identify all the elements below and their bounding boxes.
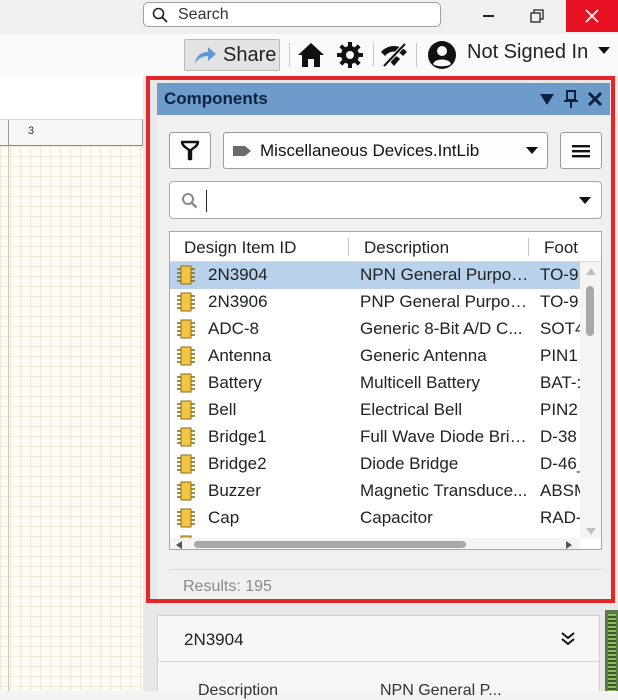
ruler-tick <box>8 120 9 146</box>
toolbar-divider <box>416 43 417 67</box>
share-label: Share <box>223 43 277 66</box>
search-icon <box>152 7 168 23</box>
share-button[interactable]: Share <box>184 39 280 71</box>
toolbar-divider <box>373 43 374 67</box>
details-description-label: Description <box>198 682 279 699</box>
minimize-button[interactable] <box>465 0 511 32</box>
schematic-canvas[interactable] <box>0 146 143 691</box>
restore-icon <box>530 9 544 23</box>
settings-button[interactable] <box>335 40 365 70</box>
document-tab-strip <box>0 76 143 120</box>
restore-button[interactable] <box>512 0 562 32</box>
close-window-button[interactable] <box>566 0 618 32</box>
global-search-box[interactable]: Search <box>143 2 441 27</box>
home-icon <box>298 43 324 67</box>
component-details-panel: 2N3904 Description NPN General P... <box>157 615 600 699</box>
close-icon <box>585 9 599 23</box>
details-divider <box>158 661 599 662</box>
details-description-value: NPN General P... <box>380 682 502 699</box>
top-toolbar: Share Not Signed In <box>0 34 618 76</box>
highlight-frame <box>146 76 615 603</box>
title-bar: Search <box>0 0 618 34</box>
notifications-button[interactable] <box>379 40 409 70</box>
global-search-placeholder: Search <box>178 5 229 23</box>
toolbar-divider <box>289 43 290 67</box>
share-arrow-icon <box>195 47 216 64</box>
horizontal-ruler: 3 <box>0 120 143 146</box>
no-signal-icon <box>381 42 407 68</box>
chevron-down-icon[interactable] <box>598 47 610 55</box>
sheet-border <box>8 146 9 691</box>
signal-meter <box>605 610 618 691</box>
home-button[interactable] <box>296 40 326 70</box>
user-avatar-button[interactable] <box>427 40 457 70</box>
double-chevron-down-icon[interactable] <box>560 632 576 646</box>
gear-icon <box>337 42 363 68</box>
user-status-label[interactable]: Not Signed In <box>467 41 588 64</box>
ruler-label: 3 <box>28 125 35 137</box>
details-item-name: 2N3904 <box>184 630 244 649</box>
user-icon <box>428 41 456 69</box>
minimize-icon <box>482 15 494 17</box>
